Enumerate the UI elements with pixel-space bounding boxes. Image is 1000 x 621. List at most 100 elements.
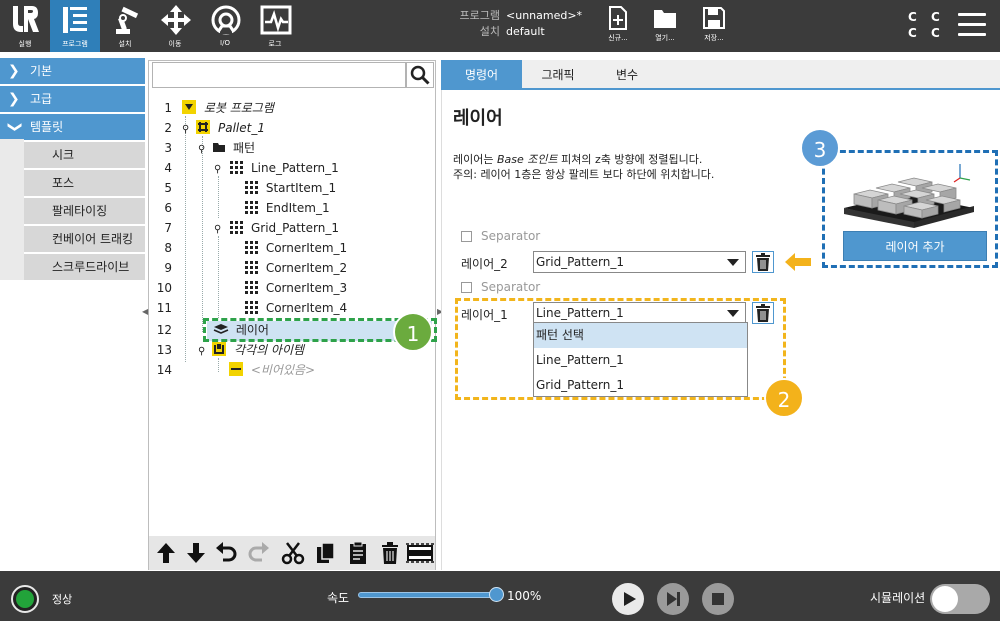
tree-node-label: 각각의 아이템: [233, 343, 305, 357]
layer-2-pattern-select[interactable]: Grid_Pattern_1: [533, 251, 746, 273]
tree-node-end-item[interactable]: EndItem_1: [244, 198, 330, 218]
nav-move-button[interactable]: 이동: [150, 0, 200, 52]
delete-layer-2-button[interactable]: [752, 251, 774, 273]
paste-button[interactable]: [345, 540, 371, 566]
move-up-button[interactable]: [153, 540, 179, 566]
line-number: 5: [164, 181, 172, 195]
hamburger-menu-icon[interactable]: [958, 13, 986, 37]
robot-arm-icon: [116, 6, 139, 34]
pin-icon: ⚲: [198, 144, 206, 155]
sidebar-item-seek[interactable]: 시크: [24, 142, 145, 168]
delete-button[interactable]: [377, 540, 403, 566]
tree-node-label: Pallet_1: [217, 121, 265, 135]
tree-node-grid-pattern[interactable]: ⚲ Grid_Pattern_1: [214, 218, 339, 238]
line-number: 10: [156, 281, 172, 295]
sidebar-category-advanced[interactable]: ❯ 고급: [0, 86, 145, 112]
speed-slider-track[interactable]: [358, 592, 498, 598]
speed-slider-handle[interactable]: [489, 587, 504, 602]
search-icon: [410, 65, 430, 85]
cc-line-1: C C: [908, 10, 945, 24]
play-button[interactable]: [612, 583, 644, 615]
arrow-left-icon: [785, 253, 811, 271]
grid-item-icon: [245, 281, 258, 294]
tree-node-robot-program[interactable]: 로봇 프로그램: [182, 98, 274, 118]
sidebar-indent: [0, 139, 24, 280]
new-file-button[interactable]: 신규...: [598, 4, 638, 48]
trash-icon: [756, 253, 770, 271]
nav-program-label: 프로그램: [62, 40, 88, 48]
nav-install-label: 설치: [118, 40, 132, 48]
nav-run-button[interactable]: 실행: [0, 0, 50, 52]
status-indicator-icon[interactable]: [11, 585, 39, 613]
line-number: 6: [164, 201, 172, 215]
suppress-icon: [406, 543, 434, 563]
tree-node-empty[interactable]: <비어있음>: [229, 360, 315, 380]
tree-node-patterns[interactable]: ⚲ 패턴: [198, 138, 255, 158]
annotation-badge-3: 3: [800, 128, 840, 168]
tree-node-label: Grid_Pattern_1: [250, 221, 339, 235]
tree-node-label: CornerItem_1: [265, 241, 348, 255]
program-value: <unnamed>*: [506, 9, 583, 22]
tab-command[interactable]: 명령어: [441, 60, 522, 90]
tree-node-corner-item-1[interactable]: CornerItem_1: [244, 238, 347, 258]
search-input[interactable]: [152, 62, 406, 88]
tree-node-each-item[interactable]: ⚲ 각각의 아이템: [198, 340, 304, 360]
search-button[interactable]: [406, 62, 434, 88]
tab-variables[interactable]: 변수: [594, 60, 660, 90]
new-file-icon: [609, 6, 627, 30]
save-file-button[interactable]: 저장...: [694, 4, 734, 48]
nav-log-button[interactable]: 로그: [250, 0, 300, 52]
stop-button[interactable]: [702, 583, 734, 615]
nav-install-button[interactable]: 설치: [100, 0, 150, 52]
undo-button[interactable]: [213, 540, 239, 566]
move-down-icon: [187, 543, 205, 563]
sidebar-category-basic[interactable]: ❯ 기본: [0, 58, 145, 84]
annotation-box-2: [455, 298, 786, 400]
tree-node-corner-item-3[interactable]: CornerItem_3: [244, 278, 347, 298]
tab-graphics[interactable]: 그래픽: [522, 60, 594, 90]
sidebar-category-label: 기본: [30, 64, 53, 78]
sidebar-item-palletizing[interactable]: 팔레타이징: [24, 198, 145, 224]
copy-button[interactable]: [313, 540, 339, 566]
chevron-right-icon: ❯: [8, 91, 20, 107]
sidebar-category-label: 템플릿: [30, 120, 64, 134]
cut-button[interactable]: [280, 540, 306, 566]
grid-item-icon: [245, 261, 258, 274]
sidebar-item-conveyor-tracking[interactable]: 컨베이어 트래킹: [24, 226, 145, 252]
save-icon: [703, 7, 725, 29]
tree-node-label: CornerItem_2: [265, 261, 348, 275]
move-down-button[interactable]: [183, 540, 209, 566]
sidebar-item-force[interactable]: 포스: [24, 170, 145, 196]
description-line-2: 주의: 레이어 1층은 항상 팔레트 보다 하단에 위치합니다.: [453, 168, 715, 181]
redo-button[interactable]: [246, 540, 272, 566]
tree-line: [185, 116, 186, 362]
speed-label: 속도: [327, 591, 350, 605]
pallet-icon: [196, 120, 211, 134]
layer-2-label: 레이어_2: [461, 257, 508, 271]
description-emphasis: Base 조인트: [496, 153, 558, 166]
nav-io-label: I/O: [220, 39, 230, 47]
step-button[interactable]: [657, 583, 689, 615]
left-splitter-handle[interactable]: ◀: [142, 305, 148, 319]
tree-line: [218, 236, 219, 318]
line-number: 4: [164, 161, 172, 175]
separator-checkbox-1[interactable]: [461, 282, 472, 293]
simulation-toggle[interactable]: [930, 584, 990, 614]
paste-icon: [350, 541, 366, 564]
move-up-icon: [157, 543, 175, 563]
suppress-button[interactable]: [406, 540, 434, 566]
nav-program-button[interactable]: 프로그램: [50, 0, 100, 52]
separator-checkbox-2[interactable]: [461, 231, 472, 242]
nav-io-button[interactable]: I/O: [200, 0, 250, 52]
tree-node-line-pattern[interactable]: ⚲ Line_Pattern_1: [214, 158, 339, 178]
tree-node-start-item[interactable]: StartItem_1: [244, 178, 336, 198]
sidebar-item-screwdriving[interactable]: 스크루드라이브: [24, 254, 145, 280]
open-file-button[interactable]: 열기...: [645, 4, 685, 48]
sidebar-category-templates[interactable]: ❯ 템플릿: [0, 114, 145, 140]
tree-node-corner-item-4[interactable]: CornerItem_4: [244, 298, 347, 318]
install-value: default: [506, 25, 545, 38]
tree-node-corner-item-2[interactable]: CornerItem_2: [244, 258, 347, 278]
install-label: 설치: [479, 25, 500, 38]
tree-node-pallet[interactable]: ⚲ Pallet_1: [182, 118, 265, 138]
ur-logo-icon: [13, 6, 39, 32]
